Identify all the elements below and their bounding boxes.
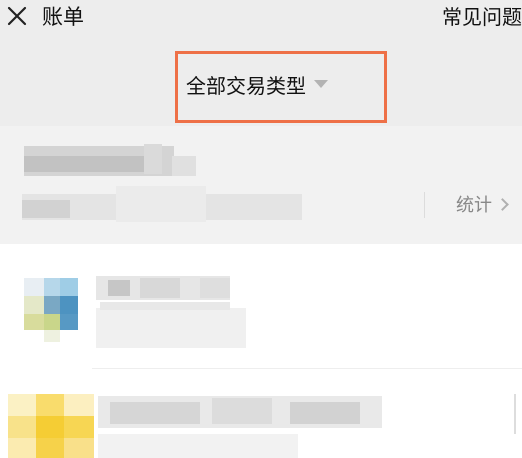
stats-divider: [424, 192, 425, 218]
monthly-summary: 统计: [0, 126, 522, 244]
blurred-item-text: [140, 278, 180, 298]
avatar-pixel: [8, 438, 36, 458]
blurred-item-subtext: [96, 308, 246, 348]
blurred-avatar: [8, 394, 94, 458]
list-item[interactable]: [0, 244, 522, 374]
transaction-list: [0, 244, 522, 458]
blurred-item-text: [212, 398, 272, 424]
blurred-block: [22, 200, 70, 218]
avatar-pixel: [8, 394, 36, 416]
avatar-pixel: [36, 438, 64, 458]
blurred-avatar: [24, 278, 78, 342]
avatar-pixel: [36, 394, 64, 416]
list-item[interactable]: [0, 374, 522, 458]
dropdown-caret-icon: [314, 80, 328, 88]
blurred-block: [24, 156, 144, 172]
avatar-pixel: [64, 438, 94, 458]
blurred-item-subtext: [100, 302, 230, 310]
blurred-block: [144, 144, 162, 174]
avatar-pixel: [60, 314, 78, 330]
avatar-pixel: [64, 416, 94, 438]
avatar-pixel: [60, 296, 78, 314]
avatar-pixel: [60, 278, 78, 296]
avatar-pixel: [44, 314, 60, 330]
avatar-pixel: [24, 314, 44, 330]
blurred-block: [116, 186, 206, 222]
scrollbar[interactable]: [514, 394, 516, 434]
row-divider: [92, 368, 522, 369]
blurred-item-text: [290, 402, 360, 424]
avatar-pixel: [24, 296, 44, 314]
page-title: 账单: [42, 5, 84, 29]
blurred-block: [172, 156, 196, 176]
avatar-pixel: [44, 278, 60, 296]
blurred-item-subtext: [98, 434, 298, 458]
chevron-right-icon: [496, 197, 509, 211]
stats-label: 统计: [456, 195, 492, 216]
avatar-pixel: [44, 296, 60, 314]
avatar-pixel: [64, 394, 94, 416]
top-bar: 账单 常见问题: [0, 0, 522, 50]
stats-link[interactable]: 统计: [456, 189, 509, 219]
avatar-pixel: [44, 330, 60, 342]
avatar-pixel: [36, 416, 64, 438]
avatar-pixel: [8, 416, 36, 438]
filter-bar: 全部交易类型: [0, 50, 522, 126]
faq-link[interactable]: 常见问题: [442, 3, 522, 31]
close-icon: [7, 6, 27, 26]
close-button[interactable]: [6, 2, 32, 32]
avatar-pixel: [24, 278, 44, 296]
filter-label: 全部交易类型: [186, 73, 306, 98]
blurred-item-text: [200, 278, 230, 298]
blurred-item-text: [108, 280, 130, 296]
transaction-type-filter[interactable]: 全部交易类型: [186, 64, 328, 104]
blurred-item-text: [110, 402, 200, 424]
